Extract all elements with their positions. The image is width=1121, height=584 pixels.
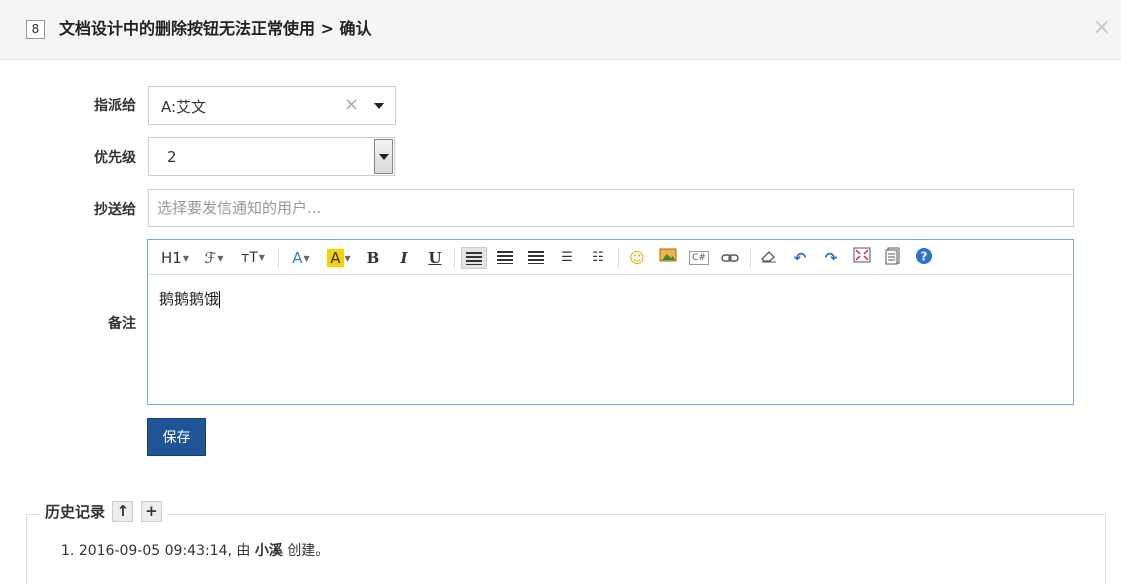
editor-content[interactable]: 鹅鹅鹅饿 xyxy=(159,288,221,309)
dropdown-arrow-icon[interactable] xyxy=(374,139,393,174)
history-user: 小溪 xyxy=(254,543,283,559)
toolbar-divider xyxy=(454,248,455,268)
cc-input[interactable] xyxy=(148,189,1074,227)
toolbar-divider xyxy=(750,248,751,268)
toolbar-divider xyxy=(278,248,279,268)
assign-label: 指派给 xyxy=(94,98,136,114)
link-icon[interactable] xyxy=(719,247,741,269)
notes-editor[interactable]: H1▼ ℱ▼ тT▼ A▼ A ▼ B I U ☰ ☷ ☺ C# ↶ ↷ ? 鹅鹅… xyxy=(147,239,1074,405)
expand-plus-icon[interactable]: + xyxy=(140,501,162,522)
align-center-icon[interactable] xyxy=(494,247,516,269)
svg-text:?: ? xyxy=(921,250,928,264)
ordered-list-icon[interactable]: ☰ xyxy=(556,247,578,269)
editor-toolbar: H1▼ ℱ▼ тT▼ A▼ A ▼ B I U ☰ ☷ ☺ C# ↶ ↷ ? xyxy=(148,240,1073,275)
eraser-icon[interactable] xyxy=(758,247,780,269)
heading-button[interactable]: H1▼ xyxy=(159,247,191,269)
priority-label: 优先级 xyxy=(94,150,136,166)
toolbar-divider xyxy=(618,248,619,268)
modal-header: 8 文档设计中的删除按钮无法正常使用 > 确认 × xyxy=(0,0,1121,60)
align-left-icon[interactable] xyxy=(461,247,487,269)
unordered-list-icon[interactable]: ☷ xyxy=(587,247,609,269)
history-legend: 历史记录 ↑ + xyxy=(40,501,167,527)
align-right-icon[interactable] xyxy=(525,247,547,269)
history-title: 历史记录 xyxy=(45,503,106,521)
redo-icon[interactable]: ↷ xyxy=(820,247,842,269)
chevron-down-icon[interactable] xyxy=(374,103,384,109)
font-color-button[interactable]: A▼ xyxy=(288,247,314,269)
code-icon[interactable]: C# xyxy=(688,247,710,269)
priority-select[interactable]: 2 xyxy=(148,137,395,176)
image-icon[interactable] xyxy=(657,247,679,269)
underline-button[interactable]: U xyxy=(426,247,444,269)
cc-label: 抄送给 xyxy=(94,202,136,218)
bold-button[interactable]: B xyxy=(364,247,382,269)
page-title: 文档设计中的删除按钮无法正常使用 > 确认 xyxy=(59,19,372,38)
collapse-up-icon[interactable]: ↑ xyxy=(112,501,134,522)
issue-id-badge: 8 xyxy=(26,20,45,39)
help-icon[interactable]: ? xyxy=(913,247,935,269)
priority-value: 2 xyxy=(167,148,177,166)
background-color-button[interactable]: A ▼ xyxy=(323,247,355,269)
source-icon[interactable] xyxy=(882,247,904,269)
font-family-button[interactable]: ℱ▼ xyxy=(200,247,228,269)
fullscreen-icon[interactable] xyxy=(851,247,873,269)
emoticon-icon[interactable]: ☺ xyxy=(626,247,648,269)
notes-label: 备注 xyxy=(108,316,136,332)
save-button[interactable]: 保存 xyxy=(147,418,206,456)
history-entry: 1. 2016-09-05 09:43:14, 由 小溪 创建。 xyxy=(61,543,330,559)
assign-value: A:艾文 xyxy=(161,98,207,116)
assign-select[interactable]: A:艾文 × xyxy=(148,86,396,125)
italic-button[interactable]: I xyxy=(395,247,413,269)
font-size-button[interactable]: тT▼ xyxy=(237,247,269,269)
clear-icon[interactable]: × xyxy=(344,94,359,115)
close-icon[interactable]: × xyxy=(1093,14,1111,42)
undo-icon[interactable]: ↶ xyxy=(789,247,811,269)
